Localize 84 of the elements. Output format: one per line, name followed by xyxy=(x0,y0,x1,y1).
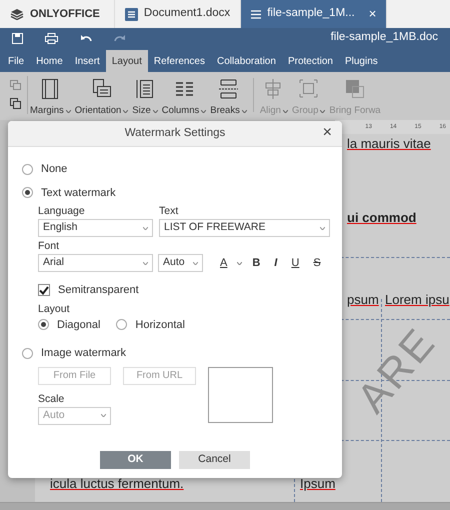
menu-tab[interactable]: Layout xyxy=(106,50,148,72)
field-label: Font xyxy=(38,240,60,253)
menu-tab[interactable]: Insert xyxy=(68,50,106,72)
menu-icon xyxy=(251,10,262,18)
menu-tab[interactable]: File xyxy=(2,50,30,72)
radio-button[interactable] xyxy=(22,187,33,198)
format-button[interactable]: A xyxy=(216,254,232,272)
caret-icon[interactable] xyxy=(201,110,206,113)
tab-label: file-sample_1M... xyxy=(267,6,355,22)
dropdown[interactable]: Arial xyxy=(38,254,153,272)
bring-icon xyxy=(344,78,366,100)
table-cell-text: Lorem ipsu xyxy=(385,291,450,309)
format-button[interactable]: U xyxy=(287,254,304,272)
format-button[interactable]: S xyxy=(309,254,325,272)
caret-icon[interactable] xyxy=(152,110,158,113)
menu-tab[interactable]: Protection xyxy=(282,50,339,72)
document-icon xyxy=(124,8,138,20)
menu-tab[interactable]: Plugins xyxy=(338,50,384,72)
document-title: file-sample_1MB.doc xyxy=(330,30,438,46)
radio-label: Image watermark xyxy=(41,346,126,361)
table-cell-text: psum xyxy=(347,291,379,309)
radio-label: Horizontal xyxy=(135,318,185,332)
radio-label: Text watermark xyxy=(41,186,116,200)
format-button[interactable]: I xyxy=(270,254,282,272)
format-button[interactable]: B xyxy=(248,254,264,272)
margins-icon xyxy=(40,78,61,100)
ribbon-button[interactable]: Size xyxy=(130,76,160,120)
menu-tab[interactable]: Collaboration xyxy=(211,50,282,72)
radio-button[interactable] xyxy=(22,348,33,359)
close-button[interactable]: × xyxy=(320,124,334,142)
menu-tab[interactable]: Home xyxy=(30,50,69,72)
caret-icon[interactable] xyxy=(123,110,128,113)
caret-icon xyxy=(320,226,325,230)
field-label: Text xyxy=(159,205,180,218)
ribbon-button[interactable]: Margins xyxy=(28,76,73,120)
redo-icon[interactable] xyxy=(114,34,126,42)
size-icon xyxy=(134,78,156,100)
document-text: icula luctus fermentum. xyxy=(50,475,184,493)
checkbox[interactable] xyxy=(38,284,50,296)
caret-icon[interactable] xyxy=(66,110,71,113)
cancel-button[interactable]: Cancel xyxy=(179,451,250,469)
save-icon[interactable] xyxy=(12,32,23,44)
caret-icon xyxy=(143,226,148,230)
ok-button[interactable]: OK xyxy=(100,451,171,469)
copy-style-icon[interactable] xyxy=(10,80,21,90)
breaks-icon xyxy=(218,78,240,100)
undo-icon[interactable] xyxy=(80,34,92,42)
dropdown[interactable]: Auto xyxy=(158,254,203,272)
dropdown[interactable]: LIST OF FREEWARE xyxy=(159,219,330,237)
ribbon-button[interactable]: Orientation xyxy=(72,76,130,120)
menu-tab[interactable]: References xyxy=(148,50,211,72)
close-icon[interactable]: × xyxy=(368,4,376,24)
paste-style-icon[interactable] xyxy=(10,98,21,109)
dialog-title: Watermark Settings xyxy=(124,126,226,141)
layers-icon xyxy=(10,8,24,20)
group-icon xyxy=(298,78,320,100)
dropdown[interactable]: English xyxy=(38,219,153,237)
image-preview xyxy=(208,366,273,422)
tab-label: ONLYOFFICE xyxy=(30,6,100,22)
print-icon[interactable] xyxy=(45,32,58,44)
caret-icon xyxy=(193,262,198,264)
field-label: Layout xyxy=(38,302,71,316)
orientation-icon xyxy=(91,78,112,100)
caret-icon[interactable] xyxy=(242,110,247,113)
tab-label: Document1.docx xyxy=(144,6,230,22)
ribbon-button[interactable]: Breaks xyxy=(208,76,249,120)
check-icon xyxy=(39,286,49,295)
document-text: la mauris vitae xyxy=(347,135,431,153)
radio-button[interactable] xyxy=(116,319,128,330)
caret-icon xyxy=(101,414,106,417)
radio-button[interactable] xyxy=(38,319,49,330)
table-cell-text: Ipsum xyxy=(300,475,336,493)
document-tab[interactable]: file-sample_1M... × xyxy=(241,0,388,28)
field-label: Scale xyxy=(38,392,66,406)
radio-label: None xyxy=(41,162,68,177)
horizontal-scrollbar[interactable] xyxy=(0,502,450,510)
document-heading: ui commod xyxy=(347,209,416,227)
radio-label: Diagonal xyxy=(57,318,100,332)
radio-button[interactable] xyxy=(22,164,33,175)
checkbox-label: Semitransparent xyxy=(58,283,139,298)
caret-icon[interactable] xyxy=(237,262,242,264)
caret-icon xyxy=(143,262,148,264)
field-label: Language xyxy=(38,205,86,218)
ribbon-button[interactable]: Columns xyxy=(160,76,208,120)
